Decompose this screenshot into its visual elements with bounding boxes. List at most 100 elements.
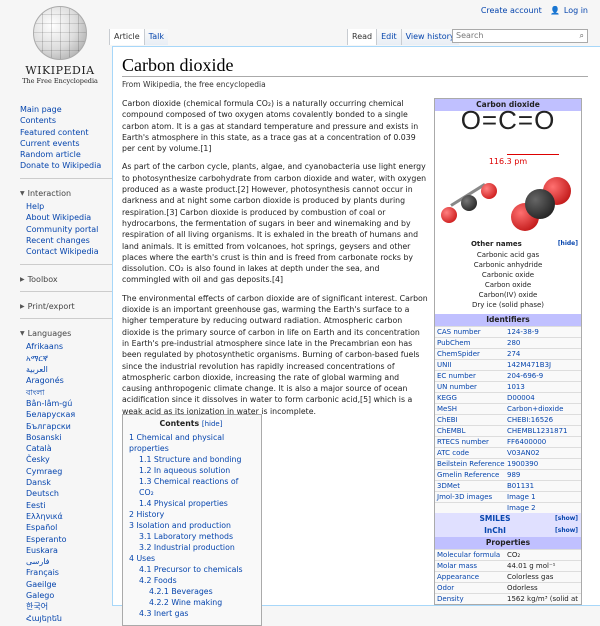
tab-edit[interactable]: Edit xyxy=(376,29,401,45)
language-link-item[interactable]: বাংলা xyxy=(26,387,112,398)
inchi-show-link[interactable]: [show] xyxy=(555,526,578,536)
language-link-item[interactable]: 한국어 xyxy=(26,601,112,612)
language-link-dansk[interactable]: Dansk xyxy=(26,477,112,488)
infobox-key[interactable]: RTECS number xyxy=(435,437,507,447)
language-link-item[interactable]: Беларуская xyxy=(26,409,112,420)
toc-item[interactable]: 1.1 Structure and bonding xyxy=(127,454,255,465)
infobox-value[interactable]: 1900390 xyxy=(507,459,581,469)
infobox-key[interactable]: Molar mass xyxy=(435,561,507,571)
infobox-value[interactable]: 1013 xyxy=(507,382,581,392)
language-link-aragon-s[interactable]: Aragonés xyxy=(26,375,112,386)
language-link-esperanto[interactable]: Esperanto xyxy=(26,534,112,545)
sidebar-heading-interaction[interactable]: ▼ Interaction xyxy=(20,188,112,199)
infobox-key[interactable]: Appearance xyxy=(435,572,507,582)
infobox-value[interactable]: Carbon+dioxide xyxy=(507,404,581,414)
wikipedia-logo[interactable]: WIKIPEDIA The Free Encyclopedia xyxy=(14,6,106,94)
language-link-b-n-l-m-g[interactable]: Bân-lâm-gú xyxy=(26,398,112,409)
smiles-toggle[interactable]: SMILES [show] xyxy=(435,513,581,525)
search-icon[interactable]: ⌕ xyxy=(580,31,584,41)
infobox-value[interactable]: CHEMBL1231871 xyxy=(507,426,581,436)
infobox-value[interactable]: 204-696-9 xyxy=(507,371,581,381)
toc-item[interactable]: 4.2.1 Beverages xyxy=(127,586,255,597)
infobox-key[interactable]: KEGG xyxy=(435,393,507,403)
toc-item[interactable]: 1 Chemical and physical properties xyxy=(127,432,255,454)
infobox-value[interactable]: Image 2 xyxy=(507,503,581,513)
sidebar-item-about-wikipedia[interactable]: About Wikipedia xyxy=(26,212,112,223)
tab-article[interactable]: Article xyxy=(109,29,144,45)
sidebar-item-help[interactable]: Help xyxy=(26,201,112,212)
language-link-item[interactable]: Հայերեն xyxy=(26,613,112,624)
toc-hide-link[interactable]: [hide] xyxy=(202,420,223,428)
infobox-key[interactable]: 3DMet xyxy=(435,481,507,491)
toc-item[interactable]: 1.4 Physical properties xyxy=(127,498,255,509)
infobox-key[interactable]: ChemSpider xyxy=(435,349,507,359)
infobox-value[interactable]: Image 1 xyxy=(507,492,581,502)
infobox-value[interactable]: 989 xyxy=(507,470,581,480)
sidebar-item-featured-content[interactable]: Featured content xyxy=(20,127,112,138)
infobox-key[interactable]: Beilstein Reference xyxy=(435,459,507,469)
ball-and-stick-model[interactable] xyxy=(439,179,501,229)
sidebar-item-donate-to-wikipedia[interactable]: Donate to Wikipedia xyxy=(20,160,112,171)
infobox-value[interactable]: 280 xyxy=(507,338,581,348)
infobox-value[interactable]: 142M471B3J xyxy=(507,360,581,370)
sidebar-heading-languages[interactable]: ▼ Languages xyxy=(20,328,112,339)
infobox-value[interactable]: 124-38-9 xyxy=(507,327,581,337)
language-link-gaeilge[interactable]: Gaeilge xyxy=(26,579,112,590)
language-link-eesti[interactable]: Eesti xyxy=(26,500,112,511)
infobox-key[interactable]: ChEBI xyxy=(435,415,507,425)
infobox-key[interactable]: Jmol-3D images xyxy=(435,492,507,502)
infobox-key[interactable]: Density xyxy=(435,594,507,604)
smiles-show-link[interactable]: [show] xyxy=(555,514,578,524)
toc-item[interactable]: 4.2.2 Wine making xyxy=(127,597,255,608)
infobox-key[interactable]: UNII xyxy=(435,360,507,370)
language-link-euskara[interactable]: Euskara xyxy=(26,545,112,556)
infobox-key[interactable]: Molecular formula xyxy=(435,550,507,560)
login-link[interactable]: Log in xyxy=(564,6,588,15)
sidebar-heading-toolbox[interactable]: ▶ Toolbox xyxy=(20,274,112,285)
language-link-bosanski[interactable]: Bosanski xyxy=(26,432,112,443)
infobox-key[interactable]: MeSH xyxy=(435,404,507,414)
toc-item[interactable]: 4.1 Precursor to chemicals xyxy=(127,564,255,575)
language-link-item[interactable]: Ελληνικά xyxy=(26,511,112,522)
toc-item[interactable]: 2 History xyxy=(127,509,255,520)
infobox-key[interactable]: UN number xyxy=(435,382,507,392)
language-link-item[interactable]: Български xyxy=(26,421,112,432)
sidebar-item-recent-changes[interactable]: Recent changes xyxy=(26,235,112,246)
search-input[interactable]: Search ⌕ xyxy=(452,29,588,43)
infobox-value[interactable]: V03AN02 xyxy=(507,448,581,458)
infobox-value[interactable]: D00004 xyxy=(507,393,581,403)
infobox-key[interactable]: PubChem xyxy=(435,338,507,348)
language-link-espa-ol[interactable]: Español xyxy=(26,522,112,533)
tab-view-history[interactable]: View history xyxy=(400,29,459,45)
sidebar-heading-print-export[interactable]: ▶ Print/export xyxy=(20,301,112,312)
sidebar-item-community-portal[interactable]: Community portal xyxy=(26,224,112,235)
language-link-afrikaans[interactable]: Afrikaans xyxy=(26,341,112,352)
language-link-cymraeg[interactable]: Cymraeg xyxy=(26,466,112,477)
inchi-toggle[interactable]: InChI [show] xyxy=(435,525,581,537)
sidebar-item-random-article[interactable]: Random article xyxy=(20,149,112,160)
other-names-hide-link[interactable]: [hide] xyxy=(558,239,578,249)
infobox-value[interactable]: 274 xyxy=(507,349,581,359)
toc-item[interactable]: 3 Isolation and production xyxy=(127,520,255,531)
infobox-key[interactable]: ATC code xyxy=(435,448,507,458)
infobox-key[interactable]: Gmelin Reference xyxy=(435,470,507,480)
infobox-value[interactable]: B01131 xyxy=(507,481,581,491)
toc-item[interactable]: 4.3 Inert gas xyxy=(127,608,255,619)
sidebar-item-main-page[interactable]: Main page xyxy=(20,104,112,115)
sidebar-item-current-events[interactable]: Current events xyxy=(20,138,112,149)
create-account-link[interactable]: Create account xyxy=(481,6,542,15)
toc-item[interactable]: 3.2 Industrial production xyxy=(127,542,255,553)
space-filling-model[interactable] xyxy=(507,177,577,233)
infobox-value[interactable]: FF6400000 xyxy=(507,437,581,447)
language-link-fran-ais[interactable]: Français xyxy=(26,567,112,578)
toc-item[interactable]: 1.3 Chemical reactions of CO₂ xyxy=(127,476,255,498)
infobox-key[interactable]: CAS number xyxy=(435,327,507,337)
toc-item[interactable]: 4.2 Foods xyxy=(127,575,255,586)
infobox-key[interactable]: ChEMBL xyxy=(435,426,507,436)
tab-talk[interactable]: Talk xyxy=(143,29,168,45)
toc-item[interactable]: 4 Uses xyxy=(127,553,255,564)
toc-item[interactable]: 1.2 In aqueous solution xyxy=(127,465,255,476)
language-link-esky[interactable]: Česky xyxy=(26,454,112,465)
tab-read[interactable]: Read xyxy=(347,29,377,45)
language-link-item[interactable]: فارسی xyxy=(26,556,112,567)
